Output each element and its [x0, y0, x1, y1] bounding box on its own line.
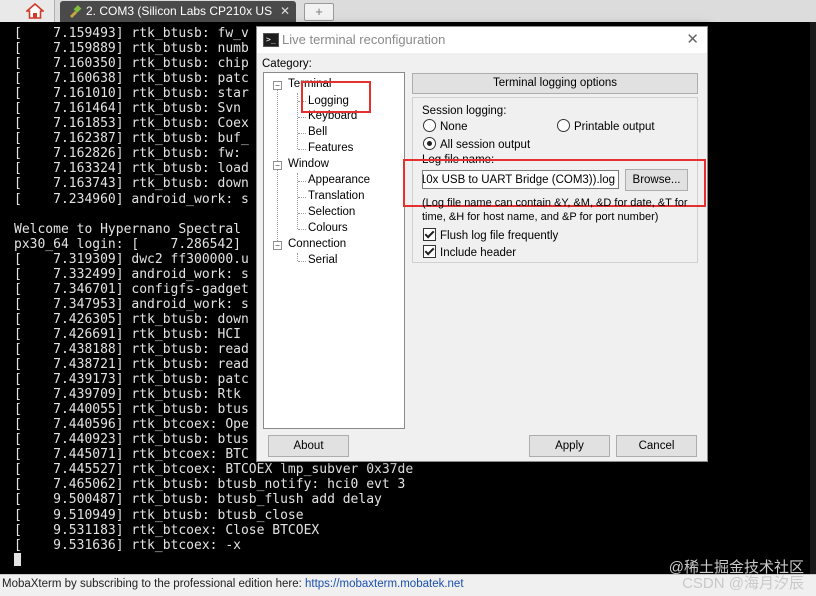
tree-item-selection[interactable]: Selection [308, 205, 355, 219]
radio-none[interactable]: None [423, 119, 468, 134]
watermark: @稀土掘金技术社区 CSDN @海月汐辰 [669, 560, 804, 592]
live-terminal-reconfiguration-dialog: >_ Live terminal reconfiguration ✕ Categ… [256, 26, 708, 462]
new-tab-button[interactable]: + [304, 3, 334, 21]
terminal-line: [ 9.500487] rtk_btusb: btusb_flush add d… [14, 492, 382, 508]
tree-item-bell[interactable]: Bell [308, 125, 327, 139]
dialog-close-icon[interactable]: ✕ [686, 30, 699, 48]
flush-log-label: Flush log file frequently [440, 230, 559, 242]
radio-none-label: None [440, 121, 468, 133]
tree-line [298, 213, 306, 214]
cancel-button[interactable]: Cancel [616, 435, 697, 457]
checkbox-box-checked [423, 228, 436, 241]
tab-label: 2. COM3 (Silicon Labs CP210x USB [86, 4, 272, 18]
logging-highlight-box [301, 81, 371, 113]
window-expander-icon[interactable]: − [273, 161, 282, 170]
log-file-hint: (Log file name can contain &Y, &M, &D fo… [422, 197, 688, 223]
flush-log-checkbox[interactable]: Flush log file frequently [423, 228, 558, 243]
tab-com3-session[interactable]: 2. COM3 (Silicon Labs CP210x USB ✕ [60, 1, 296, 22]
radio-circle [557, 119, 570, 132]
terminal-expander-icon[interactable]: − [273, 81, 282, 90]
tree-line [298, 133, 306, 134]
home-tab[interactable] [0, 0, 55, 22]
connection-expander-icon[interactable]: − [273, 241, 282, 250]
tree-line [298, 229, 306, 230]
radio-all-label: All session output [440, 139, 531, 151]
tree-item-serial[interactable]: Serial [308, 253, 337, 267]
terminal-line: [ 7.465062] rtk_btusb: btusb_notify: hci… [14, 477, 406, 493]
radio-printable-label: Printable output [574, 121, 655, 133]
terminal-logging-options-header: Terminal logging options [412, 73, 698, 94]
home-icon [26, 3, 44, 19]
tree-item-features[interactable]: Features [308, 141, 353, 155]
category-tree: − Terminal Logging Keyboard Bell Feature… [263, 72, 405, 429]
terminal-icon: >_ [263, 33, 279, 47]
checkbox-box-checked [423, 245, 436, 258]
terminal-line: [ 9.510949] rtk_btusb: btusb_close [14, 507, 304, 523]
terminal-line: [ 9.531636] rtk_btcoex: -x [14, 537, 241, 553]
radio-circle [423, 119, 436, 132]
terminal-scrollbar[interactable] [810, 22, 816, 574]
radio-circle-selected [423, 137, 436, 150]
dialog-titlebar[interactable]: >_ Live terminal reconfiguration ✕ [257, 27, 707, 53]
tree-line [298, 149, 306, 150]
radio-all-session-output[interactable]: All session output [423, 137, 530, 152]
tree-item-colours[interactable]: Colours [308, 221, 348, 235]
watermark-line1: @稀土掘金技术社区 [668, 559, 804, 576]
tab-bar: 2. COM3 (Silicon Labs CP210x USB ✕ + [0, 0, 816, 23]
apply-button[interactable]: Apply [529, 435, 610, 457]
session-logging-label: Session logging: [422, 105, 507, 117]
tree-line [298, 261, 306, 262]
tree-line [298, 181, 306, 182]
terminal-line: [ 9.531183] rtk_btcoex: Close BTCOEX [14, 522, 320, 538]
terminal-cursor [14, 552, 21, 566]
serial-plug-icon [70, 5, 82, 18]
include-header-label: Include header [440, 247, 517, 259]
terminal-line: [ 7.445527] rtk_btcoex: BTCOEX lmp_subve… [14, 462, 414, 478]
tree-item-window[interactable]: Window [288, 157, 329, 171]
mobaxterm-link[interactable]: https://mobaxterm.mobatek.net [305, 578, 464, 590]
terminal-prompt-line [14, 552, 413, 568]
tree-item-appearance[interactable]: Appearance [308, 173, 370, 187]
tree-line [298, 117, 306, 118]
radio-printable-output[interactable]: Printable output [557, 119, 655, 134]
tree-line [297, 253, 298, 261]
watermark-line2: CSDN @海月汐辰 [682, 575, 804, 592]
dialog-title: Live terminal reconfiguration [282, 32, 446, 47]
include-header-checkbox[interactable]: Include header [423, 245, 516, 260]
tree-item-connection[interactable]: Connection [288, 237, 346, 251]
tab-close-icon[interactable]: ✕ [280, 4, 290, 18]
status-message: MobaXterm by subscribing to the professi… [2, 578, 305, 590]
about-button[interactable]: About [268, 435, 349, 457]
category-label: Category: [262, 58, 312, 70]
tree-line [298, 197, 306, 198]
tree-item-translation[interactable]: Translation [308, 189, 364, 203]
